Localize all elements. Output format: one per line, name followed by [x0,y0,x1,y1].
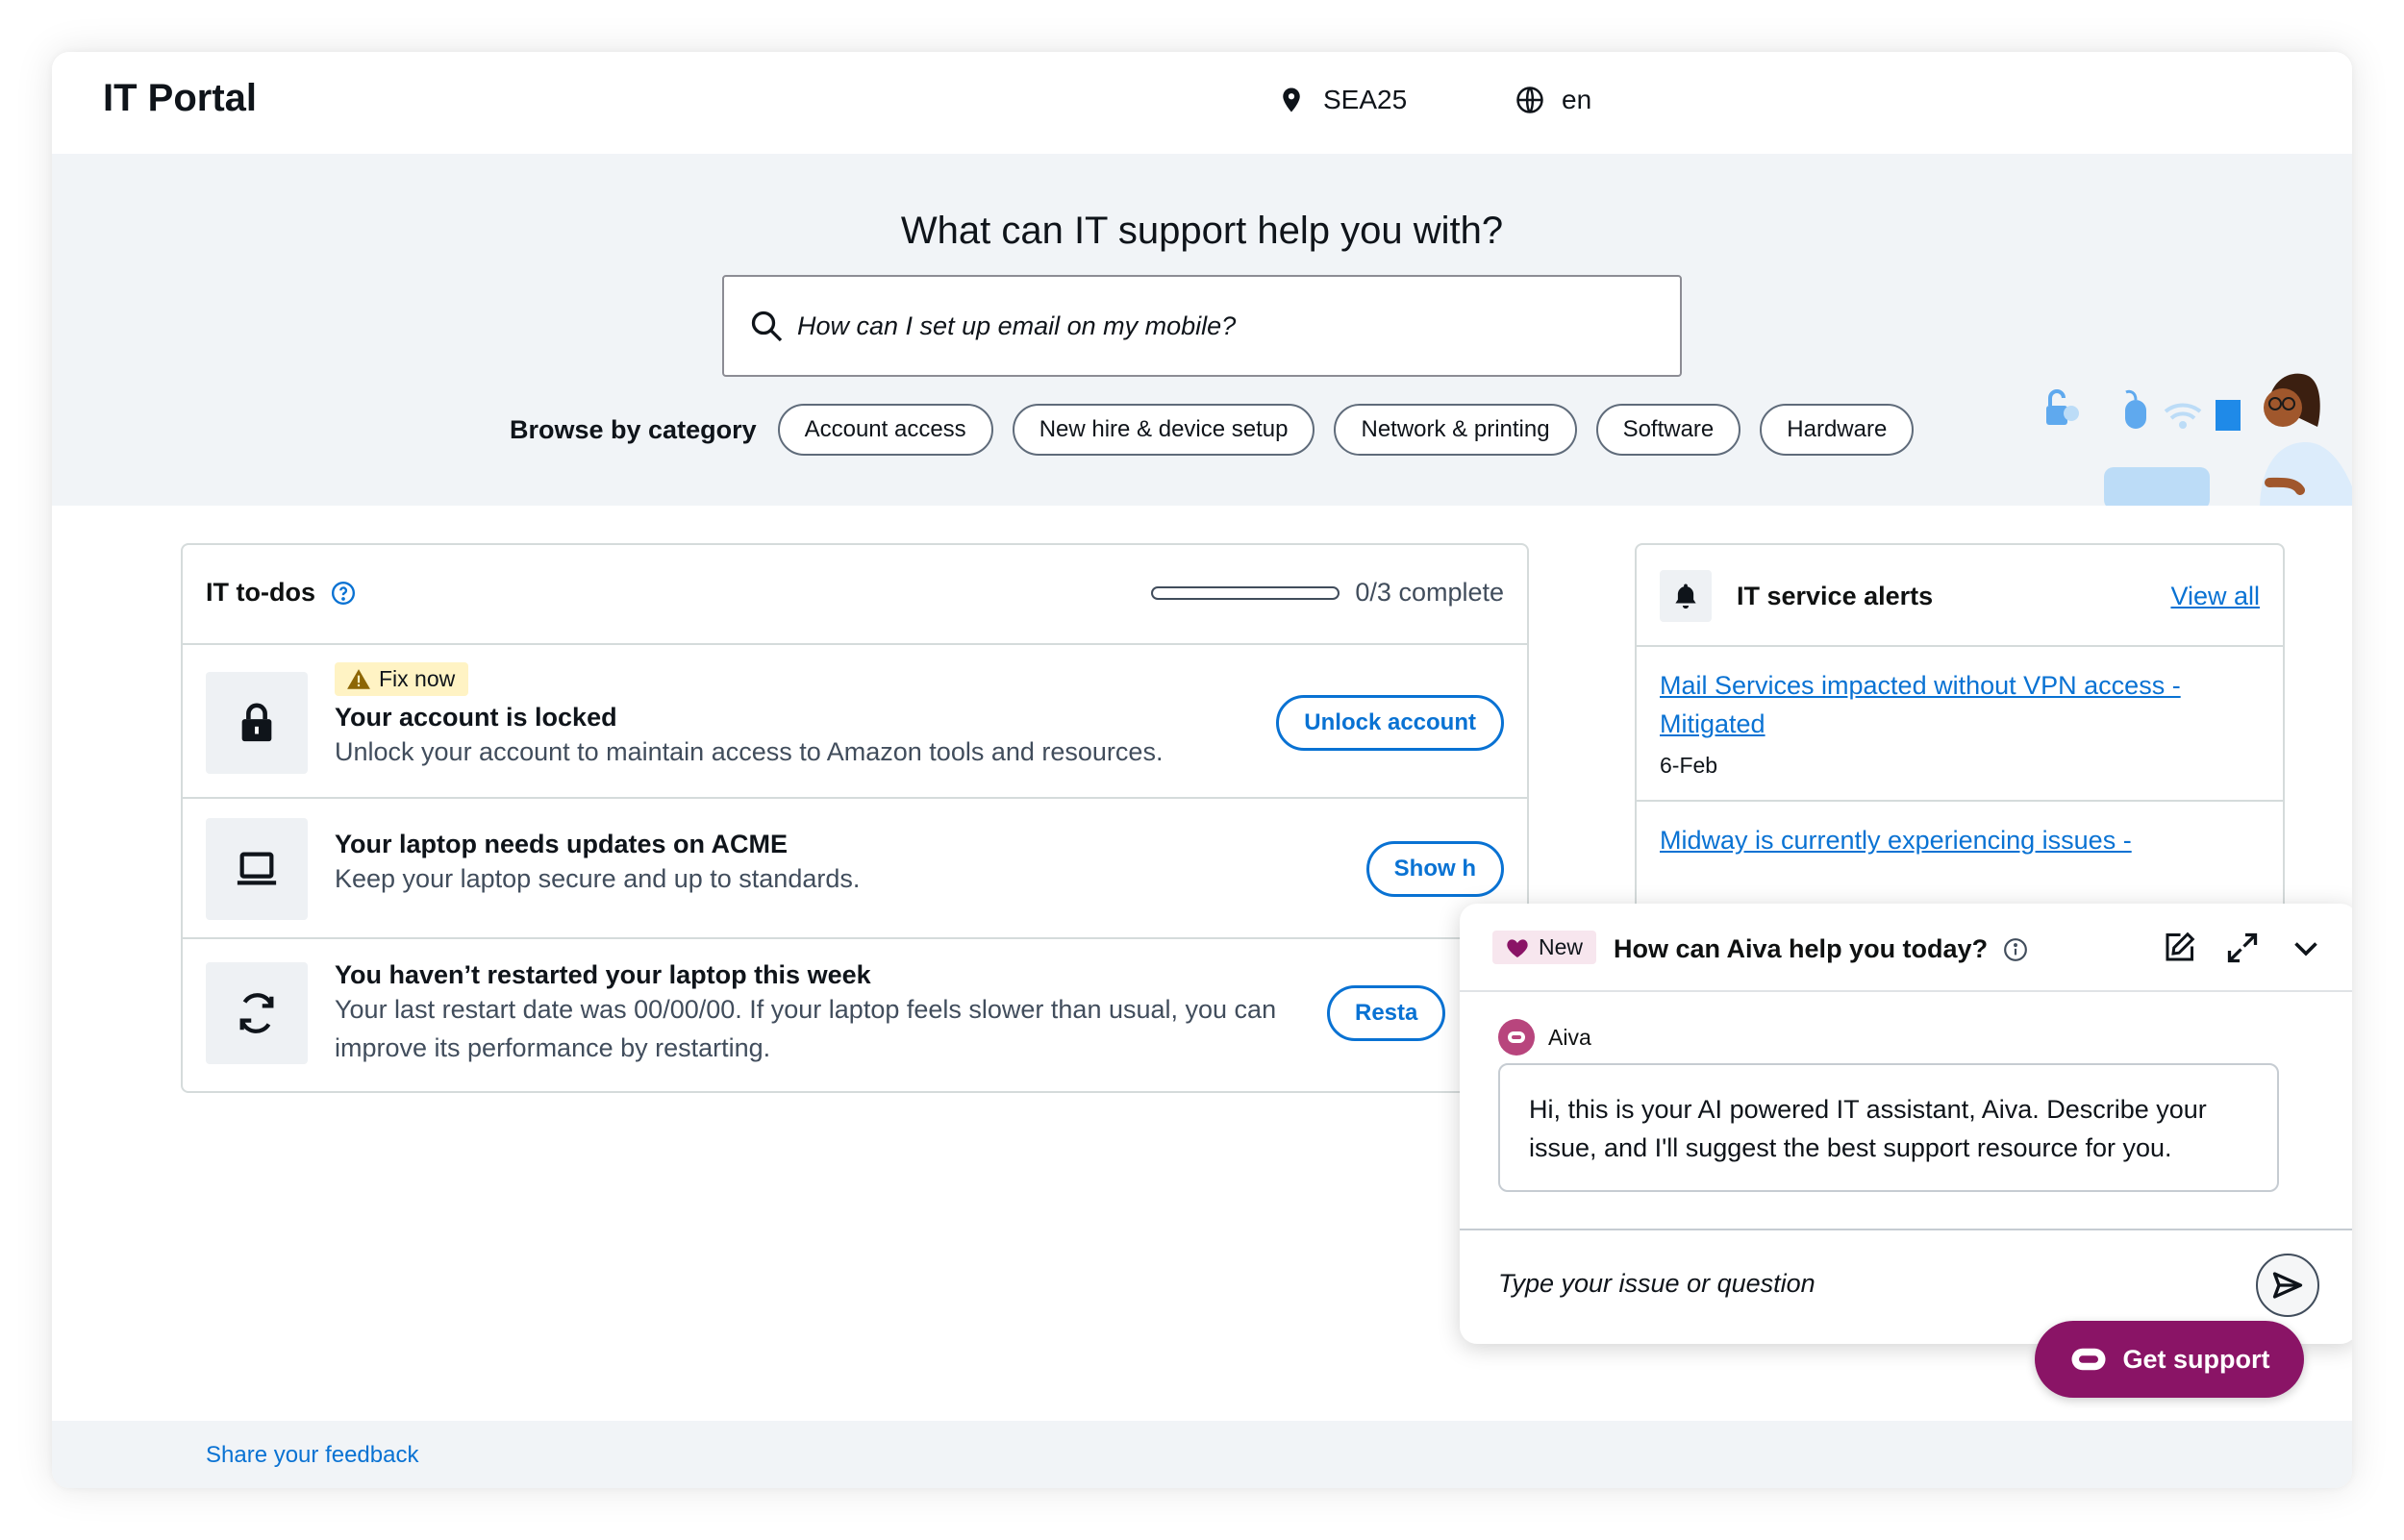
expand-icon[interactable] [2225,931,2260,965]
chat-header: New How can Aiva help you today? [1460,904,2352,992]
robot-icon [1508,1031,1525,1043]
bell-icon [1675,584,1696,609]
top-bar: IT Portal SEA25 en [52,52,2352,154]
category-browser: Browse by category Account access New hi… [510,404,1915,456]
todo-item: You haven’t restarted your laptop this w… [183,939,1527,1091]
chat-title-row: How can Aiva help you today? [1614,934,2028,964]
new-badge: New [1492,931,1597,964]
todo-icon-box [206,672,308,774]
view-all-link[interactable]: View all [2170,582,2260,611]
todo-description: Your last restart date was 00/00/00. If … [335,995,1277,1024]
location-selector[interactable]: SEA25 [1277,85,1407,115]
support-illustration [2046,373,2352,506]
browse-label: Browse by category [510,414,757,444]
todo-description: Keep your laptop secure and up to standa… [335,864,861,893]
get-support-button[interactable]: Get support [2035,1321,2304,1398]
map-pin-icon [1283,87,1300,112]
aiva-avatar [1498,1019,1535,1056]
edit-icon[interactable] [2162,931,2196,965]
aiva-chat-panel: New How can Aiva help you today? Aiva Hi… [1460,904,2352,1344]
footer: Share your feedback [52,1421,2352,1488]
language-label: en [1562,85,1592,114]
alert-link-line: Mitigated [1660,709,1765,738]
get-support-label: Get support [2122,1344,2270,1374]
show-how-button[interactable]: Show h [1365,841,1504,897]
todos-header: IT to-dos 0/3 complete [183,545,1527,645]
alerts-title: IT service alerts [1737,582,1934,610]
refresh-icon [239,993,274,1033]
bell-icon-box [1660,570,1712,622]
alert-link[interactable]: Midway is currently experiencing issues … [1660,821,2198,859]
todo-item: Fix now Your account is locked Unlock yo… [183,645,1527,799]
alert-link[interactable]: Mail Services impacted without VPN acces… [1660,666,2198,743]
todo-title: Your account is locked [335,702,617,732]
robot-icon [2071,1348,2105,1371]
todo-title: Your laptop needs updates on ACME [335,830,789,858]
category-chip-new-hire[interactable]: New hire & device setup [1012,404,1315,456]
location-label: SEA25 [1323,85,1408,114]
todo-icon-box [206,818,308,920]
category-chip-account-access[interactable]: Account access [777,404,993,456]
search-placeholder: How can I set up email on my mobile? [797,310,1237,340]
todo-body: Your laptop needs updates on ACME Keep y… [335,830,860,898]
todo-body: You haven’t restarted your laptop this w… [335,960,1276,1067]
todo-icon-box [206,962,308,1064]
hero-title: What can IT support help you with? [900,210,1504,252]
chat-title: How can Aiva help you today? [1614,934,1989,963]
alert-item: Mail Services impacted without VPN acces… [1637,647,2283,802]
info-icon[interactable] [2003,937,2028,962]
alert-link-line: Midway is currently experiencing issues … [1660,826,2132,855]
send-button[interactable] [2256,1254,2319,1317]
send-icon [2272,1272,2303,1299]
chat-actions [2162,931,2323,965]
todos-progress: 0/3 complete [1151,578,1504,608]
category-chip-hardware[interactable]: Hardware [1760,404,1915,456]
alert-item: Midway is currently experiencing issues … [1637,802,2283,881]
chat-input[interactable]: Type your issue or question [1498,1269,1816,1299]
bot-name: Aiva [1548,1024,1591,1050]
chevron-down-icon[interactable] [2289,931,2323,965]
language-selector[interactable]: en [1515,85,1591,115]
bot-message: Hi, this is your AI powered IT assistant… [1498,1063,2279,1192]
new-badge-label: New [1539,934,1584,959]
alert-date: 6-Feb [1660,753,1718,778]
heart-icon [1507,938,1528,957]
lock-icon [241,703,272,742]
unlock-account-button[interactable]: Unlock account [1276,695,1504,751]
bot-header: Aiva [1498,1019,1591,1056]
hero-section: What can IT support help you with? How c… [52,154,2352,506]
category-chip-software[interactable]: Software [1595,404,1741,456]
alert-link-line: Mail Services impacted without VPN acces… [1660,671,2181,700]
laptop-icon [237,852,277,885]
app-title: IT Portal [103,77,258,119]
todos-title-row: IT to-dos [206,578,356,608]
search-input[interactable]: How can I set up email on my mobile? [722,275,1682,377]
progress-bar [1151,585,1340,600]
todo-item: Your laptop needs updates on ACME Keep y… [183,799,1527,939]
share-feedback-link[interactable]: Share your feedback [206,1442,418,1469]
badge-label: Fix now [379,666,456,691]
alerts-header: IT service alerts View all [1637,545,2283,647]
todo-title: You haven’t restarted your laptop this w… [335,960,871,989]
it-todos-card: IT to-dos 0/3 complete Fix now Your acco… [181,543,1529,1093]
todo-body: Fix now Your account is locked Unlock yo… [335,662,1163,771]
todos-title: IT to-dos [206,578,315,607]
search-icon [751,310,783,342]
restart-button[interactable]: Resta [1327,985,1446,1041]
globe-icon [1516,87,1543,113]
it-portal-page: IT Portal SEA25 en What can IT support h… [52,52,2352,1488]
todo-description-cont: improve its performance by restarting. [335,1033,771,1062]
help-icon[interactable] [331,581,356,606]
progress-text: 0/3 complete [1355,578,1504,607]
category-chip-network[interactable]: Network & printing [1334,404,1577,456]
warning-icon [347,668,370,689]
todo-description: Unlock your account to maintain access t… [335,736,1164,766]
it-service-alerts-card: IT service alerts View all Mail Services… [1635,543,2285,928]
fix-now-badge: Fix now [335,662,469,696]
